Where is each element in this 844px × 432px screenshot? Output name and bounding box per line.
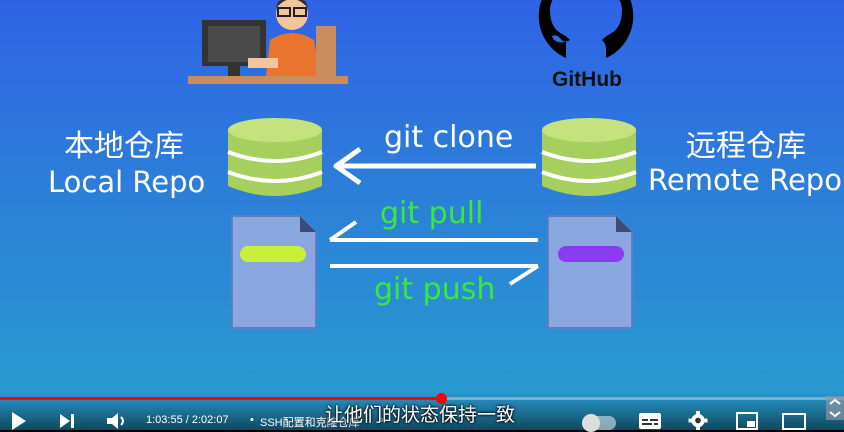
play-icon[interactable] xyxy=(10,411,28,430)
time-display: 1:03:55 / 2:02:07 xyxy=(146,414,229,426)
developer-illustration xyxy=(188,0,348,84)
remote-title-cn: 远程仓库 xyxy=(686,129,806,164)
chapter-separator: • xyxy=(250,414,254,426)
git-push-label: git push xyxy=(374,272,496,307)
local-file-icon xyxy=(231,215,317,329)
remote-file-icon xyxy=(547,215,633,329)
subtitles-icon[interactable] xyxy=(638,412,662,430)
local-database-icon xyxy=(227,118,323,196)
subtitle-caption: 让他们的状态保持一致 xyxy=(325,404,516,426)
local-title-cn: 本地仓库 xyxy=(64,129,184,164)
next-icon[interactable] xyxy=(58,412,76,430)
github-logo-icon xyxy=(538,0,634,58)
github-label: GitHub xyxy=(552,68,622,91)
autoplay-toggle[interactable] xyxy=(582,414,616,432)
volume-icon[interactable] xyxy=(106,412,128,430)
remote-title-en: Remote Repo xyxy=(648,163,842,197)
pull-arrow-icon xyxy=(328,220,538,242)
clone-arrow-icon xyxy=(333,146,536,186)
settings-icon[interactable] xyxy=(688,411,708,430)
local-title-en: Local Repo xyxy=(48,165,206,199)
theater-icon[interactable] xyxy=(782,413,806,430)
video-frame[interactable]: GitHub 本地仓库 Local Repo 远程仓库 Remote Repo … xyxy=(0,0,844,430)
fullscreen-icon[interactable] xyxy=(826,396,844,420)
remote-database-icon xyxy=(541,118,637,196)
miniplayer-icon[interactable] xyxy=(736,412,758,430)
autoplay-knob xyxy=(582,414,600,432)
